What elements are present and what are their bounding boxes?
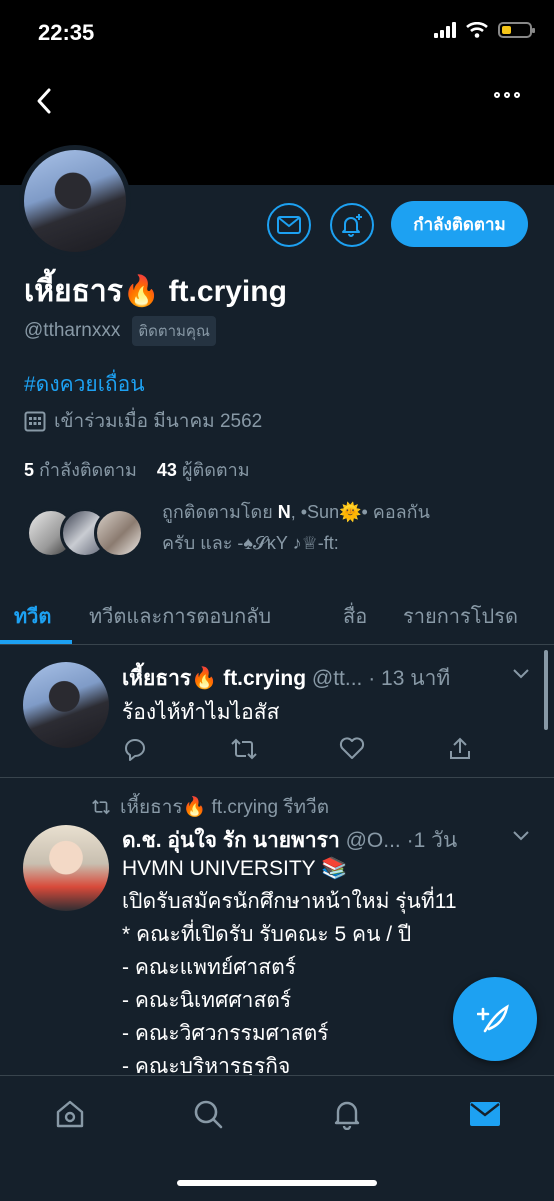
followers-count-link[interactable]: 43 ผู้ติดตาม xyxy=(157,460,250,480)
envelope-icon xyxy=(277,216,301,234)
tweet-text-line: * คณะที่เปิดรับ รับคณะ 5 คน / ปี xyxy=(122,923,412,946)
tweet-author-name[interactable]: ด.ช. อุ่นใจ รัก นายพารา xyxy=(122,829,340,852)
active-tab-indicator xyxy=(0,640,72,644)
chevron-down-icon[interactable] xyxy=(512,668,530,680)
tweet-avatar[interactable] xyxy=(23,825,109,911)
profile-avatar[interactable] xyxy=(19,145,131,257)
battery-icon xyxy=(498,22,535,38)
retweeted-by: เหี้ยธาร🔥 ft.crying รีทวีต xyxy=(90,792,329,822)
joined-date: เข้าร่วมเมื่อ มีนาคม 2562 xyxy=(54,411,263,432)
tweet-actions xyxy=(122,736,502,764)
status-bar: 22:35 xyxy=(0,0,554,70)
followed-by-text[interactable]: ถูกติดตามโดย N, •Sun🌞• คอลกัน ครับ และ -… xyxy=(162,497,532,559)
chevron-down-icon[interactable] xyxy=(512,830,530,842)
compose-feather-icon xyxy=(477,1004,509,1033)
heart-icon[interactable] xyxy=(339,736,365,760)
handle-row: @ttharnxxx ติดตามคุณ xyxy=(24,316,216,346)
profile-name: เหี้ยธาร🔥 ft.crying xyxy=(24,275,287,308)
followed-by-name: N xyxy=(277,502,291,522)
tweet-text: HVMN UNIVERSITY 📚 เปิดรับสมัครนักศึกษาหน… xyxy=(122,852,457,1083)
following-label: กำลังติดตาม xyxy=(39,460,137,480)
status-icons xyxy=(434,22,535,38)
followed-by-rest: , •Sun🌞• คอลกัน xyxy=(290,502,430,522)
cellular-signal-icon xyxy=(434,22,456,38)
follows-you-badge: ติดตามคุณ xyxy=(132,316,216,346)
tweet-text-line: - คณะแพทย์ศาสตร์ xyxy=(122,956,297,979)
retweet-icon[interactable] xyxy=(230,736,258,762)
follow-counts: 5 กำลังติดตาม 43 ผู้ติดตาม xyxy=(24,455,250,484)
tab-tweets-and-replies[interactable]: ทวีตและการตอบกลับ xyxy=(89,600,271,632)
tweet-text-line: - คณะนิเทศศาสตร์ xyxy=(122,989,292,1012)
tab-likes[interactable]: รายการโปรด xyxy=(403,600,518,632)
tweet-header: เหี้ยธาร🔥 ft.crying @tt... · 13 นาที xyxy=(122,662,450,695)
following-count: 5 xyxy=(24,460,35,480)
tweet-author-handle: @tt... xyxy=(311,667,363,690)
notifications-icon[interactable] xyxy=(331,1098,363,1130)
more-options-icon[interactable] xyxy=(494,92,520,98)
tab-media[interactable]: สื่อ xyxy=(343,600,367,632)
notifications-button[interactable] xyxy=(330,203,374,247)
followed-by-prefix: ถูกติดตามโดย xyxy=(162,502,278,522)
following-count-link[interactable]: 5 กำลังติดตาม xyxy=(24,460,137,480)
tweet-author-name[interactable]: เหี้ยธาร🔥 ft.crying xyxy=(122,667,306,690)
retweeted-by-label: เหี้ยธาร🔥 ft.crying รีทวีต xyxy=(120,797,330,818)
wifi-icon xyxy=(466,22,488,38)
messages-icon[interactable] xyxy=(468,1098,502,1130)
tweet-author-handle: @O... xyxy=(345,829,401,852)
search-icon[interactable] xyxy=(192,1098,224,1130)
tweet-text-line: - คณะวิศวกรรมศาสตร์ xyxy=(122,1022,329,1045)
followed-by-line2: ครับ และ -♠𝓢ᴋY ♪♕-ft: xyxy=(162,533,339,553)
followers-count: 43 xyxy=(156,460,177,480)
tab-tweets[interactable]: ทวีต xyxy=(14,600,51,632)
retweet-icon xyxy=(92,799,110,815)
message-button[interactable] xyxy=(267,203,311,247)
tweet-time: ·1 วัน xyxy=(406,829,458,852)
joined-date-row: เข้าร่วมเมื่อ มีนาคม 2562 xyxy=(24,406,262,436)
followers-label: ผู้ติดตาม xyxy=(181,460,250,480)
back-arrow-icon[interactable] xyxy=(34,86,54,116)
profile-tabs: ทวีต ทวีตและการตอบกลับ สื่อ รายการโปรด xyxy=(0,590,554,645)
bell-plus-icon xyxy=(342,214,362,237)
status-time: 22:35 xyxy=(38,20,95,45)
reply-icon[interactable] xyxy=(122,736,148,762)
calendar-icon xyxy=(24,411,46,432)
compose-tweet-button[interactable] xyxy=(453,977,537,1061)
home-icon[interactable] xyxy=(54,1098,86,1130)
bio-hashtag[interactable]: #ดงควยเถื่อน xyxy=(24,368,145,401)
home-indicator xyxy=(177,1180,377,1186)
tweet-text-line: เปิดรับสมัครนักศึกษาหน้าใหม่ รุ่นที่11 xyxy=(122,890,457,913)
tweet-divider xyxy=(0,777,554,778)
tweet-text-line: HVMN UNIVERSITY 📚 xyxy=(122,857,348,880)
tweet-avatar[interactable] xyxy=(23,662,109,748)
tweet-text: ร้องไห้ทำไมไอสัส xyxy=(122,701,280,724)
scrollbar[interactable] xyxy=(544,650,548,730)
share-icon[interactable] xyxy=(447,736,473,762)
following-button[interactable]: กำลังติดตาม xyxy=(391,201,528,247)
tweet-time: · 13 นาที xyxy=(368,667,451,690)
profile-handle: @ttharnxxx xyxy=(24,320,121,341)
follower-avatar xyxy=(94,508,144,558)
